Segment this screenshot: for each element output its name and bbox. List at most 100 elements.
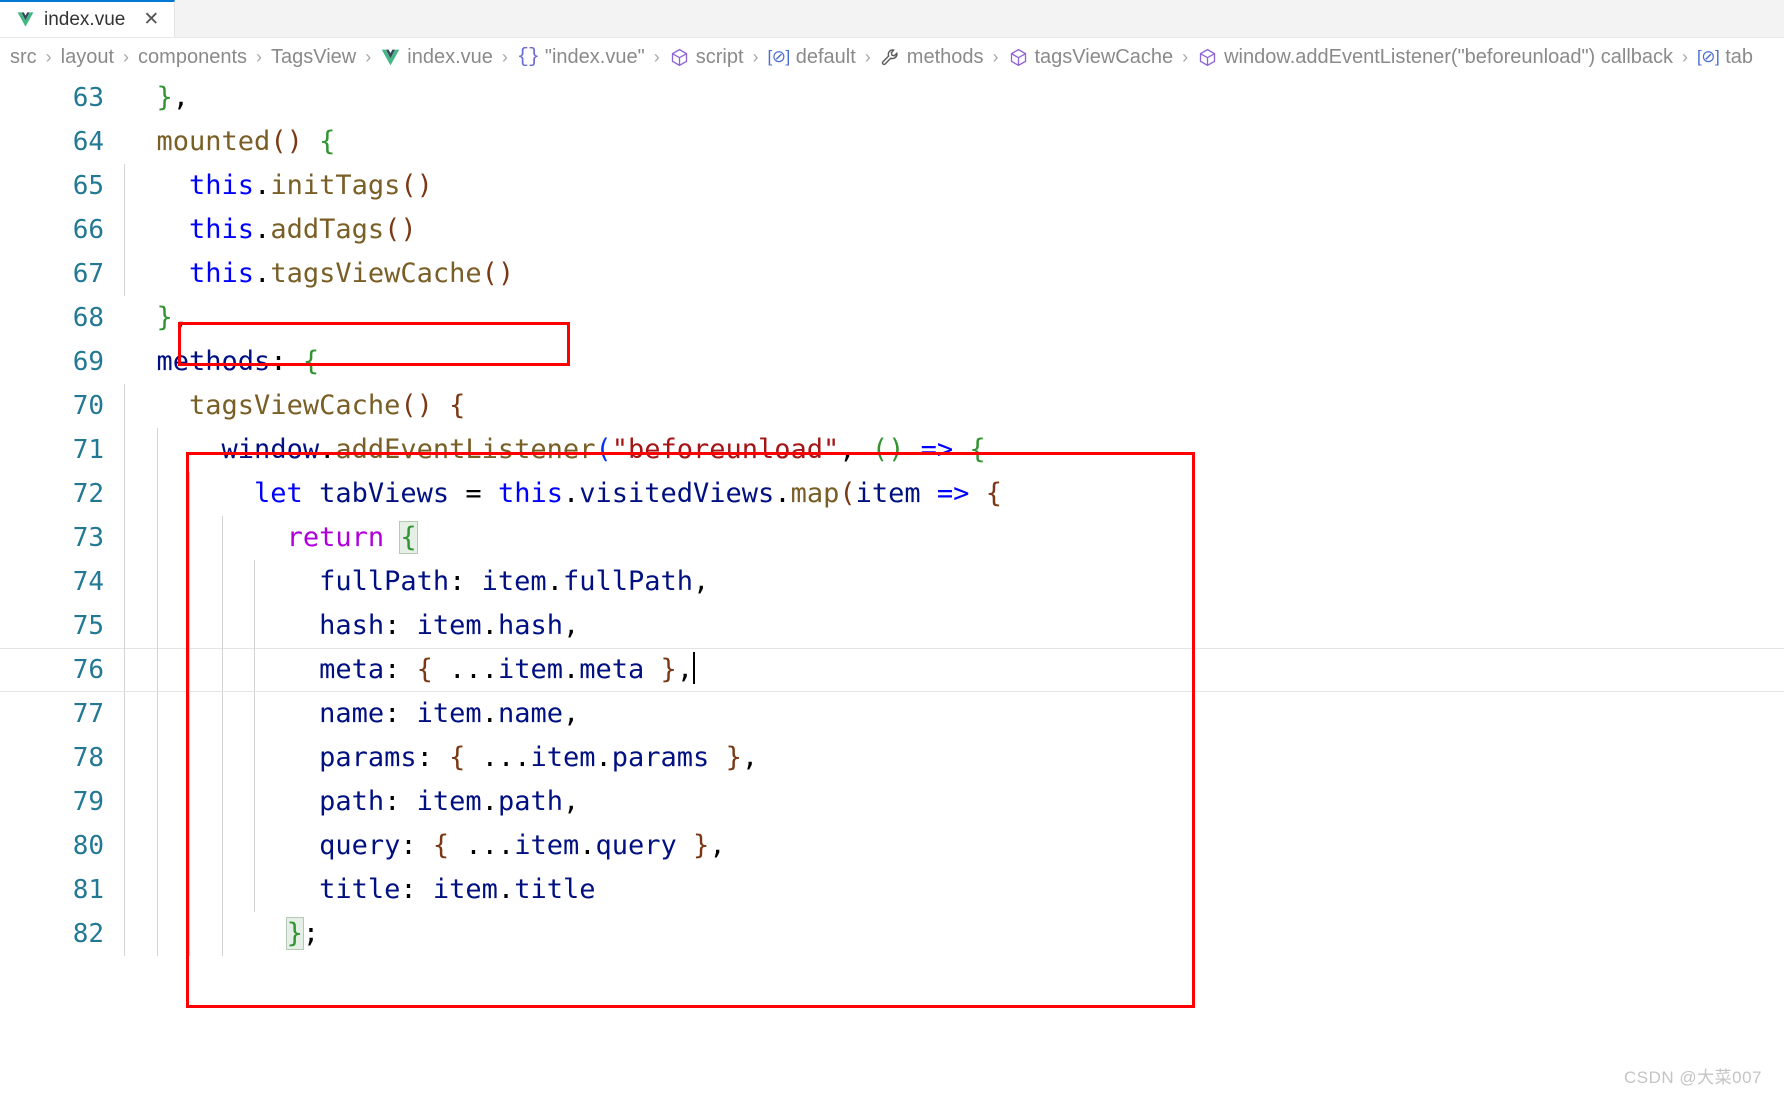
code-token: .	[497, 874, 515, 905]
code-line[interactable]: 81 title: item.title	[0, 868, 1784, 912]
line-number: 64	[72, 127, 104, 157]
code-line[interactable]: 66 this.addTags()	[0, 208, 1784, 252]
code-line[interactable]: 79 path: item.path,	[0, 780, 1784, 824]
code-token: (	[400, 170, 417, 201]
code-token: :	[384, 654, 401, 685]
breadcrumb-item-layout[interactable]: layout	[61, 46, 114, 69]
line-number: 71	[72, 435, 104, 465]
breadcrumb-item-beforeunload-callback[interactable]: window.addEventListener("beforeunload") …	[1197, 46, 1673, 69]
vertical-scrollbar[interactable]	[1770, 76, 1784, 1102]
code-lines-container[interactable]: 63 }, 64 mounted() {65 this.initTags() 66 …	[0, 76, 1784, 956]
breadcrumb-item-tab[interactable]: [⊘] tab	[1697, 46, 1753, 69]
breadcrumb-separator: ›	[45, 46, 52, 67]
code-line[interactable]: 63 },	[0, 76, 1784, 120]
code-token: }	[285, 917, 304, 950]
code-token: title	[514, 874, 596, 905]
code-token: .	[319, 434, 336, 465]
code-line[interactable]: 76 meta: { ...item.meta },	[0, 648, 1784, 692]
code-token: {	[449, 390, 466, 421]
code-line[interactable]: 77 name: item.name,	[0, 692, 1784, 736]
code-line[interactable]: 67 this.tagsViewCache()	[0, 252, 1784, 296]
code-token: item	[497, 654, 563, 685]
code-line[interactable]: 80 query: { ...item.query },	[0, 824, 1784, 868]
editor-tab-bar: index.vue ✕	[0, 0, 1784, 38]
breadcrumb-separator: ›	[653, 46, 660, 67]
code-token: params	[319, 742, 417, 773]
code-line-text: path: item.path,	[124, 780, 579, 824]
code-token: query	[319, 830, 401, 861]
code-line-text: hash: item.hash,	[124, 604, 579, 648]
code-token: .	[481, 610, 498, 641]
code-token: params	[611, 742, 710, 773]
breadcrumb-separator: ›	[123, 46, 130, 67]
breadcrumb-label: TagsView	[271, 45, 357, 68]
editor-tab-index-vue[interactable]: index.vue ✕	[0, 0, 176, 37]
code-token: (	[270, 126, 287, 157]
code-line[interactable]: 74 fullPath: item.fullPath,	[0, 560, 1784, 604]
code-line[interactable]: 69 methods: {	[0, 340, 1784, 384]
code-line[interactable]: 65 this.initTags()	[0, 164, 1784, 208]
code-line[interactable]: 70 tagsViewCache() {	[0, 384, 1784, 428]
code-token: addTags	[270, 214, 385, 245]
breadcrumb-item-script[interactable]: script	[669, 46, 744, 69]
code-token: .	[562, 654, 580, 685]
code-editor[interactable]: 63 }, 64 mounted() {65 this.initTags() 66 …	[0, 76, 1784, 1102]
breadcrumb-item-tagsview[interactable]: TagsView	[271, 46, 356, 69]
code-token: =	[465, 478, 482, 509]
code-line[interactable]: 72 let tabViews = this.visitedViews.map(…	[0, 472, 1784, 516]
code-line-text: params: { ...item.params },	[124, 736, 758, 780]
code-token: =>	[936, 478, 970, 509]
breadcrumb-item-src[interactable]: src	[10, 46, 37, 69]
breadcrumb-item-tagsviewcache[interactable]: tagsViewCache	[1008, 46, 1173, 69]
breadcrumb-label: index.vue	[407, 45, 493, 68]
code-token: path	[497, 786, 563, 817]
code-token: ,	[562, 698, 580, 729]
breadcrumb-separator: ›	[864, 46, 871, 67]
code-token: item	[481, 566, 547, 597]
breadcrumb-item-index-vue-object[interactable]: {} "index.vue"	[517, 46, 645, 69]
code-token: visitedViews	[579, 478, 775, 509]
code-line-text: mounted() {	[124, 120, 336, 164]
line-number: 81	[72, 875, 104, 905]
breadcrumb-label: default	[795, 45, 856, 68]
code-token: (	[384, 214, 401, 245]
code-token: ,	[839, 434, 872, 465]
code-line[interactable]: 82 };	[0, 912, 1784, 956]
close-icon[interactable]: ✕	[141, 10, 161, 30]
code-line[interactable]: 71 window.addEventListener("beforeunload…	[0, 428, 1784, 472]
code-token: tagsViewCache	[270, 258, 482, 289]
breadcrumb-label: layout	[60, 45, 115, 68]
line-number: 66	[72, 215, 104, 245]
code-token: hash	[497, 610, 563, 641]
breadcrumb-item-components[interactable]: components	[138, 46, 247, 69]
code-line[interactable]: 75 hash: item.hash,	[0, 604, 1784, 648]
code-line-text: window.addEventListener("beforeunload", …	[124, 428, 986, 472]
module-symbol-icon	[669, 47, 690, 68]
code-token: ,	[676, 654, 694, 685]
breadcrumb-item-methods[interactable]: methods	[880, 46, 984, 69]
code-line[interactable]: 73 return {	[0, 516, 1784, 560]
code-token: item	[416, 610, 482, 641]
breadcrumb-item-index-vue[interactable]: index.vue	[380, 46, 493, 69]
code-token: (	[871, 434, 889, 465]
code-line[interactable]: 78 params: { ...item.params },	[0, 736, 1784, 780]
code-line[interactable]: 64 mounted() {	[0, 120, 1784, 164]
code-line[interactable]: 68 },	[0, 296, 1784, 340]
code-token: let	[254, 478, 303, 509]
code-token: item	[530, 742, 596, 773]
breadcrumb-item-default[interactable]: [⊘] default	[768, 46, 856, 69]
code-token: }	[156, 82, 173, 113]
